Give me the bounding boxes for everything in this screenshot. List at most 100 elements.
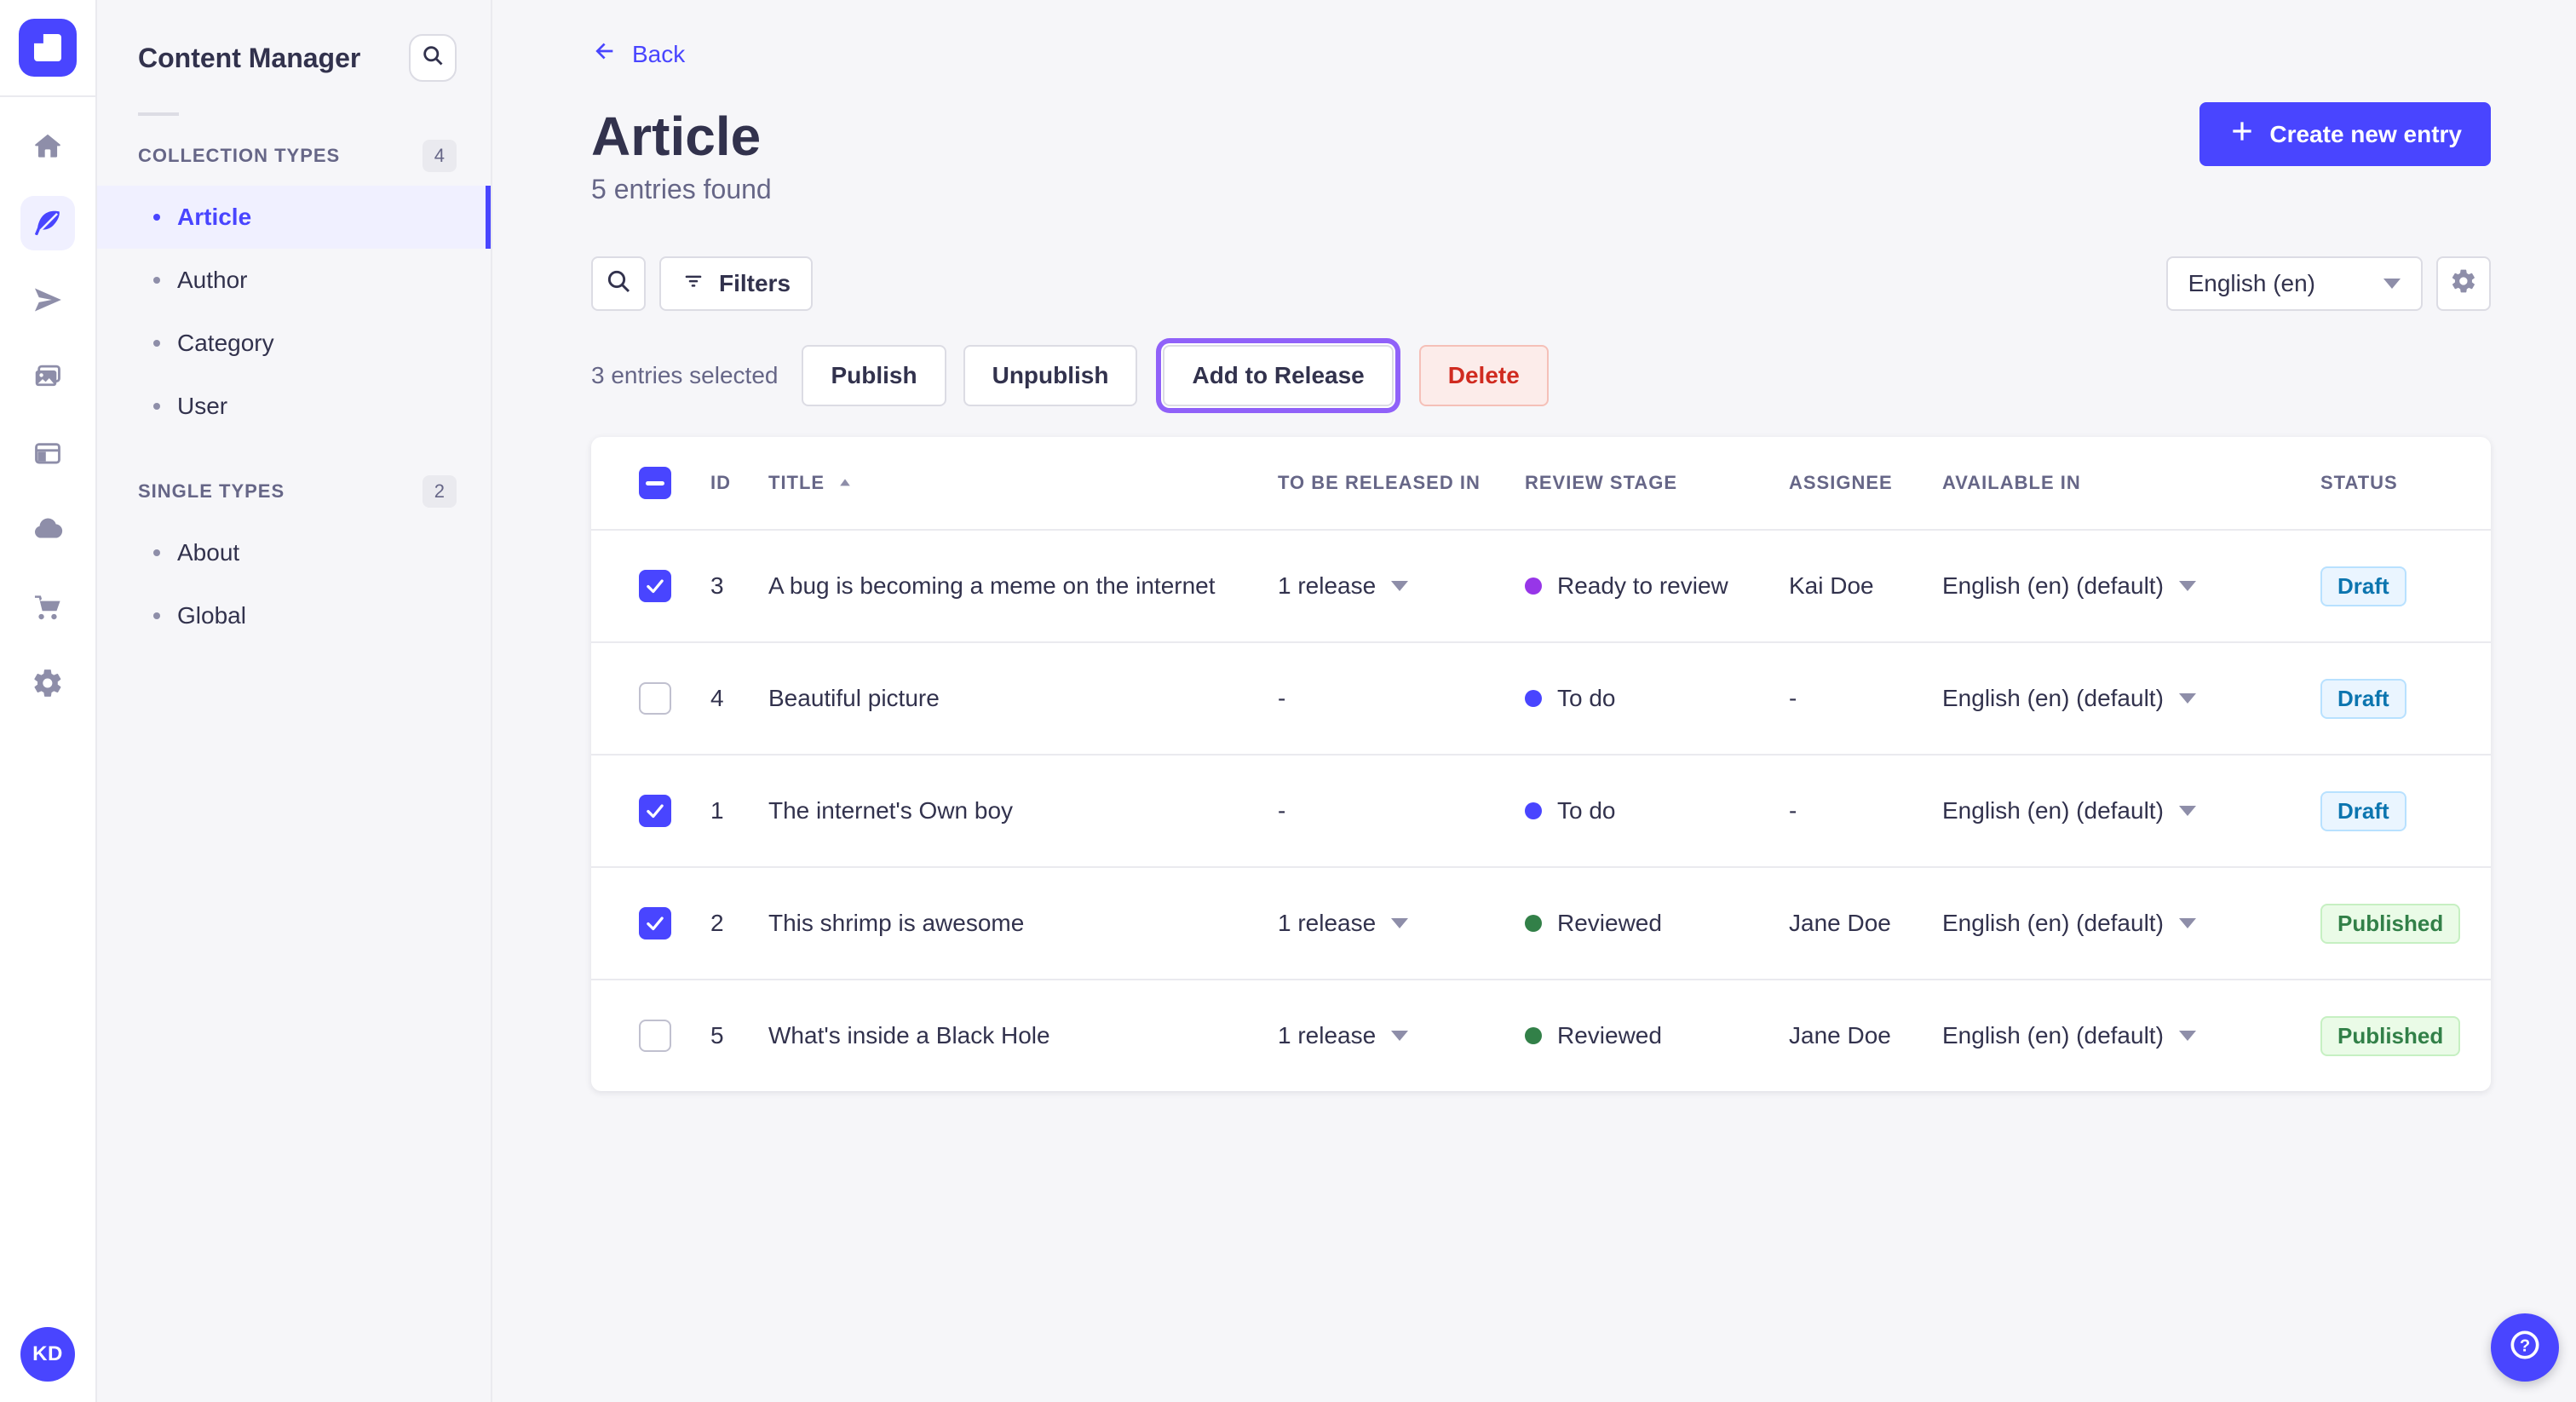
cell-title: What's inside a Black Hole xyxy=(768,1022,1050,1049)
column-header-label: REVIEW STAGE xyxy=(1525,472,1678,493)
sidebar-item-label: Article xyxy=(177,204,252,230)
search-icon xyxy=(605,267,632,301)
release-caret-icon[interactable] xyxy=(1391,581,1409,591)
column-header-id[interactable]: ID xyxy=(710,472,768,494)
locale-caret-icon[interactable] xyxy=(2178,1031,2196,1041)
cell-to-be-released-in: - xyxy=(1278,797,1525,825)
unpublish-button[interactable]: Unpublish xyxy=(963,345,1138,406)
sidebar-item-global[interactable]: Global xyxy=(97,584,491,647)
available-locale-value: English (en) (default) xyxy=(1942,572,2164,599)
row-checkbox[interactable] xyxy=(639,570,671,602)
cloud-icon xyxy=(32,514,64,546)
view-settings-button[interactable] xyxy=(2436,256,2491,311)
status-badge: Published xyxy=(2320,1015,2461,1056)
column-header-label: AVAILABLE IN xyxy=(1942,472,2081,493)
column-header-review-stage[interactable]: REVIEW STAGE xyxy=(1525,472,1789,494)
column-header-label: ID xyxy=(710,472,731,493)
cell-to-be-released-in: 1 release xyxy=(1278,572,1525,600)
user-avatar[interactable]: KD xyxy=(20,1327,75,1382)
entries-table: ID TITLE TO BE RELEASED IN REVIEW STAGE ASSI… xyxy=(591,437,2491,1091)
stage-label: Ready to review xyxy=(1557,572,1728,599)
select-all-checkbox[interactable] xyxy=(639,467,671,499)
rail-item-releases[interactable] xyxy=(20,273,75,327)
section-header: SINGLE TYPES 2 xyxy=(97,475,491,508)
cell-status: Published xyxy=(2320,903,2491,944)
locale-caret-icon[interactable] xyxy=(2178,581,2196,591)
row-checkbox[interactable] xyxy=(639,795,671,827)
rail-item-content-manager[interactable] xyxy=(20,196,75,250)
table-row[interactable]: 2 This shrimp is awesome 1 release Reviewed… xyxy=(591,866,2491,979)
locale-caret-icon[interactable] xyxy=(2178,918,2196,928)
releases-icon xyxy=(32,284,64,316)
sidebar-item-label: User xyxy=(177,393,228,419)
sidebar-item-category[interactable]: Category xyxy=(97,312,491,375)
locale-caret-icon[interactable] xyxy=(2178,806,2196,816)
publish-button[interactable]: Publish xyxy=(802,345,946,406)
help-button[interactable]: ? xyxy=(2491,1313,2559,1382)
rail-item-content-type-builder[interactable] xyxy=(20,426,75,480)
locale-select-value: English (en) xyxy=(2188,270,2315,296)
sidebar-item-user[interactable]: User xyxy=(97,375,491,438)
cell-title: Beautiful picture xyxy=(768,685,940,711)
cell-to-be-released-in: 1 release xyxy=(1278,910,1525,937)
stage-label: To do xyxy=(1557,797,1616,824)
cell-assignee: - xyxy=(1789,797,1797,824)
add-to-release-button[interactable]: Add to Release xyxy=(1163,345,1394,406)
row-checkbox[interactable] xyxy=(639,682,671,715)
status-badge: Draft xyxy=(2320,678,2406,719)
sidebar-item-about[interactable]: About xyxy=(97,521,491,584)
stage-dot-icon xyxy=(1525,690,1542,707)
column-header-assignee[interactable]: ASSIGNEE xyxy=(1789,472,1942,494)
column-header-status[interactable]: STATUS xyxy=(2320,472,2491,494)
bullet-icon xyxy=(153,549,160,556)
release-caret-icon[interactable] xyxy=(1391,1031,1409,1041)
create-new-entry-button[interactable]: Create new entry xyxy=(2199,102,2491,166)
search-entries-button[interactable] xyxy=(591,256,646,311)
column-header-title[interactable]: TITLE xyxy=(768,472,1278,494)
locale-caret-icon[interactable] xyxy=(2178,693,2196,704)
cell-to-be-released-in: - xyxy=(1278,685,1525,712)
table-row[interactable]: 1 The internet's Own boy - To do - English (e… xyxy=(591,754,2491,866)
release-value: 1 release xyxy=(1278,1022,1377,1049)
filters-button[interactable]: Filters xyxy=(659,256,814,311)
available-locale-value: English (en) (default) xyxy=(1942,910,2164,936)
cell-status: Draft xyxy=(2320,678,2491,719)
release-caret-icon[interactable] xyxy=(1391,918,1409,928)
rail-nav-items xyxy=(20,97,75,710)
rail-item-settings[interactable] xyxy=(20,656,75,710)
column-header-to-be-released-in[interactable]: TO BE RELEASED IN xyxy=(1278,472,1525,494)
sidebar-search-button[interactable] xyxy=(409,34,457,82)
rail-item-cloud[interactable] xyxy=(20,503,75,557)
row-checkbox[interactable] xyxy=(639,1020,671,1052)
question-mark-icon: ? xyxy=(2506,1326,2544,1370)
table-row[interactable]: 3 A bug is becoming a meme on the interne… xyxy=(591,529,2491,641)
table-row[interactable]: 5 What's inside a Black Hole 1 release Revi… xyxy=(591,979,2491,1091)
sidebar-section: COLLECTION TYPES 4 Article Author Category Us… xyxy=(97,140,491,438)
rail-item-home[interactable] xyxy=(20,119,75,174)
sidebar-item-article[interactable]: Article xyxy=(97,186,491,249)
filter-icon xyxy=(681,269,705,299)
status-badge: Draft xyxy=(2320,790,2406,831)
rail-item-media-library[interactable] xyxy=(20,349,75,404)
row-checkbox-cell xyxy=(591,795,710,827)
arrow-left-icon xyxy=(591,37,618,71)
status-badge: Draft xyxy=(2320,566,2406,606)
delete-button[interactable]: Delete xyxy=(1418,345,1549,406)
bullet-icon xyxy=(153,340,160,347)
back-link[interactable]: Back xyxy=(591,37,685,71)
row-checkbox[interactable] xyxy=(639,907,671,939)
cell-id: 3 xyxy=(710,572,724,599)
chevron-down-icon xyxy=(2383,279,2401,289)
table-row[interactable]: 4 Beautiful picture - To do - English (en) (d… xyxy=(591,641,2491,754)
search-icon xyxy=(421,43,445,73)
cell-assignee: Jane Doe xyxy=(1789,910,1891,936)
content-type-builder-icon xyxy=(32,437,64,469)
locale-select[interactable]: English (en) xyxy=(2165,256,2423,311)
sidebar-item-author[interactable]: Author xyxy=(97,249,491,312)
column-header-available-in[interactable]: AVAILABLE IN xyxy=(1942,472,2320,494)
strapi-logo[interactable] xyxy=(19,19,77,77)
release-value: 1 release xyxy=(1278,572,1377,599)
gear-icon xyxy=(2450,267,2477,301)
rail-item-marketplace[interactable] xyxy=(20,579,75,634)
stage-label: Reviewed xyxy=(1557,910,1662,936)
